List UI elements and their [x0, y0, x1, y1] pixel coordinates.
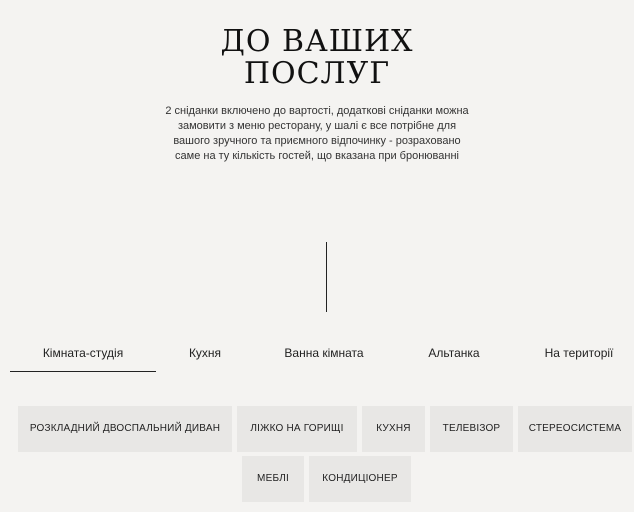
tab-gazebo[interactable]: Альтанка: [414, 345, 494, 371]
title-line-2: ПОСЛУГ: [243, 56, 391, 91]
amenity-stereo[interactable]: СТЕРЕОСИСТЕМА: [518, 406, 632, 452]
amenity-sofa-bed[interactable]: РОЗКЛАДНИЙ ДВОСПАЛЬНИЙ ДИВАН: [18, 406, 232, 452]
services-tabs: Кімната-студія Кухня Ванна кімната Альта…: [0, 345, 634, 373]
amenity-furniture[interactable]: МЕБЛІ: [242, 456, 304, 502]
services-description: 2 сніданки включено до вартості, додатко…: [165, 105, 469, 162]
title-line-1: ДО ВАШИХ: [220, 24, 414, 59]
tab-label: Альтанка: [428, 346, 480, 360]
page-title: ДО ВАШИХ ПОСЛУГ: [0, 26, 634, 90]
tab-studio-room[interactable]: Кімната-студія: [10, 345, 156, 372]
tab-bathroom[interactable]: Ванна кімната: [266, 345, 382, 371]
vertical-divider: [326, 242, 327, 312]
tab-label: Ванна кімната: [284, 346, 364, 360]
amenity-tv[interactable]: ТЕЛЕВІЗОР: [430, 406, 513, 452]
tab-label: На території: [544, 346, 614, 360]
tab-label: Кімната-студія: [42, 346, 124, 360]
amenity-air-conditioner[interactable]: КОНДИЦІОНЕР: [309, 456, 411, 502]
amenity-kitchen[interactable]: КУХНЯ: [362, 406, 425, 452]
tab-territory[interactable]: На території: [532, 345, 626, 371]
tab-label: Кухня: [188, 346, 222, 360]
amenity-loft-bed[interactable]: ЛІЖКО НА ГОРИЩІ: [237, 406, 357, 452]
tab-kitchen[interactable]: Кухня: [170, 345, 240, 371]
hero-section: ДО ВАШИХ ПОСЛУГ 2 сніданки включено до в…: [0, 26, 634, 164]
